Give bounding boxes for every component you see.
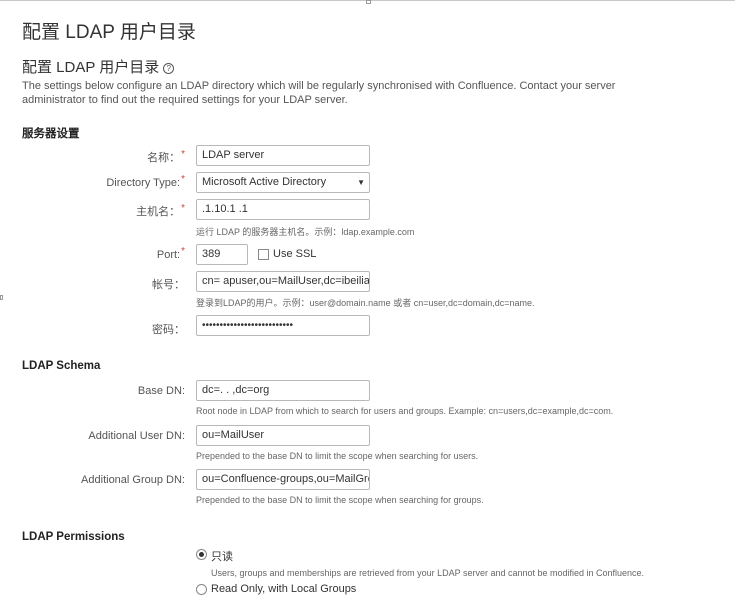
- use-ssl-label: Use SSL: [273, 248, 317, 260]
- password-input[interactable]: ••••••••••••••••••••••••••: [196, 315, 370, 336]
- resize-handle-left[interactable]: [0, 295, 3, 300]
- permission-read-only-local-groups-label: Read Only, with Local Groups: [211, 583, 357, 595]
- section-title-text: 配置 LDAP 用户目录: [22, 59, 160, 76]
- permission-read-only-label: 只读: [211, 551, 233, 563]
- page-title: 配置 LDAP 用户目录: [22, 22, 196, 43]
- username-label: 帐号：: [152, 279, 185, 291]
- directory-type-select[interactable]: Microsoft Active Directory ▼: [196, 172, 370, 193]
- hostname-label: 主机名：*: [136, 203, 185, 219]
- use-ssl-checkbox[interactable]: [258, 249, 269, 260]
- required-marker: *: [181, 246, 185, 257]
- directory-type-label-text: Directory Type:: [106, 177, 181, 189]
- base-dn-label: Base DN:: [137, 385, 185, 397]
- permission-read-only-local-groups-radio[interactable]: [196, 584, 207, 595]
- ldap-permissions-heading: LDAP Permissions: [22, 531, 125, 543]
- base-dn-hint: Root node in LDAP from which to search f…: [196, 406, 614, 416]
- directory-type-value: Microsoft Active Directory: [202, 176, 327, 188]
- hostname-input[interactable]: .1.10.1 .1: [196, 199, 370, 220]
- additional-group-dn-hint: Prepended to the base DN to limit the sc…: [196, 495, 484, 505]
- required-marker: *: [181, 203, 185, 214]
- password-label: 密码：: [152, 324, 185, 336]
- username-input[interactable]: cn= apuser,ou=MailUser,dc=ibeiliao,c: [196, 271, 370, 292]
- additional-group-dn-input[interactable]: ou=Confluence-groups,ou=MailGroup: [196, 469, 370, 490]
- permission-read-only-radio[interactable]: [196, 549, 207, 560]
- required-marker: *: [181, 174, 185, 185]
- username-hint: 登录到LDAP的用户。示例：user@domain.name 或者 cn=use…: [196, 298, 535, 308]
- hostname-hint: 运行 LDAP 的服务器主机名。示例：ldap.example.com: [196, 227, 415, 237]
- name-label: 名称：*: [147, 149, 185, 165]
- port-label-text: Port:: [156, 249, 181, 261]
- server-settings-heading: 服务器设置: [22, 128, 80, 140]
- permission-read-only-description: Users, groups and memberships are retrie…: [211, 568, 645, 578]
- additional-user-dn-label: Additional User DN:: [88, 430, 185, 442]
- directory-type-label: Directory Type:*: [106, 174, 185, 189]
- section-title: 配置 LDAP 用户目录?: [22, 56, 175, 77]
- name-label-text: 名称：: [147, 152, 181, 164]
- help-icon[interactable]: ?: [163, 63, 175, 74]
- port-input[interactable]: 389: [196, 244, 248, 265]
- port-label: Port:*: [156, 246, 185, 261]
- hostname-label-text: 主机名：: [136, 206, 181, 218]
- name-input[interactable]: LDAP server: [196, 145, 370, 166]
- required-marker: *: [181, 149, 185, 160]
- ldap-schema-heading: LDAP Schema: [22, 360, 101, 372]
- additional-user-dn-input[interactable]: ou=MailUser: [196, 425, 370, 446]
- dropdown-arrow-icon: ▼: [357, 178, 365, 187]
- base-dn-input[interactable]: dc=. . ,dc=org: [196, 380, 370, 401]
- additional-user-dn-hint: Prepended to the base DN to limit the sc…: [196, 451, 479, 461]
- intro-text: The settings below configure an LDAP dir…: [22, 80, 616, 106]
- additional-group-dn-label: Additional Group DN:: [81, 474, 185, 486]
- resize-handle-top[interactable]: [366, 0, 371, 4]
